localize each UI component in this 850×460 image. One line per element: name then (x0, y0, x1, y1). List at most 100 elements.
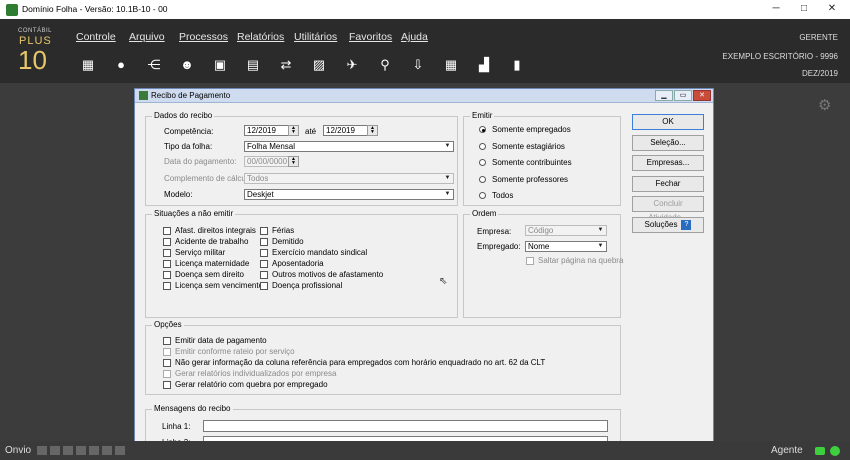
dialog-minimize-button[interactable]: ▁ (655, 90, 673, 101)
radio-label: Somente professores (492, 175, 569, 184)
taskbar-square-icon[interactable] (102, 446, 112, 455)
checkbox-acidente-trabalho[interactable] (163, 238, 171, 246)
taskbar-square-icon[interactable] (37, 446, 47, 455)
radio-somente-contribuintes[interactable] (479, 159, 486, 166)
checkbox-emitir-data-pagamento[interactable] (163, 337, 171, 345)
radio-somente-estagiarios[interactable] (479, 143, 486, 150)
competencia-ate-spinner[interactable]: ▲ ▼ (367, 125, 378, 136)
complemento-select[interactable]: Todos ▼ (244, 173, 454, 184)
dialog-restore-button[interactable]: ▭ (674, 90, 692, 101)
data-pagamento-spinner[interactable]: ▲ ▼ (288, 156, 299, 167)
complemento-value: Todos (247, 174, 269, 183)
agent-connection-icon (815, 447, 825, 455)
checkbox-quebra-empregado[interactable] (163, 381, 171, 389)
checkbox-afast-direitos[interactable] (163, 227, 171, 235)
checkbox-licenca-sem-vencimento[interactable] (163, 282, 171, 290)
checkbox-nao-gerar-referencia[interactable] (163, 359, 171, 367)
modelo-value: Deskjet (247, 190, 274, 199)
tipo-folha-label: Tipo da folha: (164, 142, 213, 151)
chevron-down-icon: ▼ (444, 175, 451, 181)
download-icon[interactable]: ⇩ (407, 54, 429, 76)
ok-button[interactable]: OK (632, 114, 704, 130)
checkbox-servico-militar[interactable] (163, 249, 171, 257)
window-title: Domínio Folha - Versão: 10.1B-10 - 00 (22, 4, 168, 14)
solucoes-label: Soluções (644, 220, 678, 229)
close-button[interactable]: ✕ (822, 2, 842, 16)
data-pagamento-field[interactable]: 00/00/0000 (244, 156, 289, 167)
linha1-input[interactable] (203, 420, 608, 432)
taskbar-square-icon[interactable] (89, 446, 99, 455)
taskbar-square-icon[interactable] (63, 446, 73, 455)
checkbox-outros-motivos[interactable] (260, 271, 268, 279)
office-name: EXEMPLO ESCRITÓRIO - 9996 (722, 52, 838, 61)
gear-icon[interactable]: ⚙ (818, 96, 831, 114)
building-icon[interactable]: ▦ (77, 54, 99, 76)
modelo-select[interactable]: Deskjet ▼ (244, 189, 454, 200)
empresas-button[interactable]: Empresas... (632, 155, 704, 171)
selecao-button[interactable]: Seleção... (632, 135, 704, 151)
documents-icon[interactable]: ▣ (209, 54, 231, 76)
concluir-atividade-button[interactable]: Concluir Atividade... (632, 196, 704, 222)
cancel-doc-icon[interactable]: ▨ (308, 54, 330, 76)
checkbox-ferias[interactable] (260, 227, 268, 235)
checkbox-mandato-sindical[interactable] (260, 249, 268, 257)
mouse-cursor-icon: ⇖ (439, 276, 448, 287)
dialog-close-button[interactable]: ✕ (693, 90, 711, 101)
ordem-empregado-select[interactable]: Nome ▼ (525, 241, 607, 252)
org-chart-icon[interactable]: ⋲ (143, 54, 165, 76)
checkbox-rateio-servico[interactable] (163, 348, 171, 356)
menu-ajuda[interactable]: Ajuda (401, 31, 428, 43)
person-icon[interactable]: ● (110, 54, 132, 76)
checkbox-label: Demitido (272, 237, 304, 246)
swap-icon[interactable]: ⇄ (275, 54, 297, 76)
checkbox-doenca-profissional[interactable] (260, 282, 268, 290)
period-label: DEZ/2019 (801, 69, 838, 78)
taskbar-square-icon[interactable] (115, 446, 125, 455)
radio-somente-professores[interactable] (479, 176, 486, 183)
checkbox-aposentadoria[interactable] (260, 260, 268, 268)
maximize-button[interactable]: □ (794, 2, 814, 16)
checkbox-label: Licença sem vencimento (175, 281, 264, 290)
radio-somente-empregados[interactable] (479, 126, 486, 133)
solucoes-button[interactable]: Soluções? (632, 217, 704, 233)
search-icon[interactable]: ⚲ (374, 54, 396, 76)
menu-favoritos[interactable]: Favoritos (349, 31, 392, 43)
calculator-icon[interactable]: ▦ (440, 54, 462, 76)
logo-number: 10 (18, 45, 47, 75)
competencia-de-spinner[interactable]: ▲ ▼ (288, 125, 299, 136)
ordem-empresa-select[interactable]: Código ▼ (525, 225, 607, 236)
menu-arquivo[interactable]: Arquivo (129, 31, 165, 43)
person-search-icon[interactable]: ☻ (176, 54, 198, 76)
competencia-de-field[interactable]: 12/2019 (244, 125, 289, 136)
checkbox-licenca-maternidade[interactable] (163, 260, 171, 268)
table-calc-icon[interactable]: ▤ (242, 54, 264, 76)
checkbox-doenca-sem-direito[interactable] (163, 271, 171, 279)
menu-processos[interactable]: Processos (179, 31, 228, 43)
tipo-folha-value: Folha Mensal (247, 142, 296, 151)
tipo-folha-select[interactable]: Folha Mensal ▼ (244, 141, 454, 152)
minimize-button[interactable]: ─ (766, 2, 786, 16)
competencia-ate-field[interactable]: 12/2019 (323, 125, 368, 136)
checkbox-demitido[interactable] (260, 238, 268, 246)
menu-controle[interactable]: Controle (76, 31, 116, 43)
dialog-app-icon (139, 91, 148, 100)
app-header: CONTÁBIL PLUS 10 Controle Arquivo Proces… (0, 19, 850, 83)
checkbox-saltar-pagina[interactable] (526, 257, 534, 265)
group-title: Opções (152, 320, 184, 329)
menu-relatorios[interactable]: Relatórios (237, 31, 284, 43)
menu-utilitarios[interactable]: Utilitários (294, 31, 337, 43)
dados-recibo-group: Dados do recibo Competência: 12/2019 ▲ ▼ … (145, 111, 458, 206)
data-pagamento-label: Data do pagamento: (164, 157, 237, 166)
chart-person-icon[interactable]: ▟ (473, 54, 495, 76)
book-icon[interactable]: ▮ (506, 54, 528, 76)
taskbar-square-icon[interactable] (76, 446, 86, 455)
group-title: Mensagens do recibo (152, 404, 233, 413)
taskbar-square-icon[interactable] (50, 446, 60, 455)
user-name: GERENTE (799, 33, 838, 42)
airplane-icon[interactable]: ✈ (341, 54, 363, 76)
status-bar: Onvio Agente (0, 441, 850, 460)
chevron-down-icon: ▼ (444, 143, 451, 149)
radio-todos[interactable] (479, 192, 486, 199)
checkbox-relatorios-individualizados[interactable] (163, 370, 171, 378)
fechar-button[interactable]: Fechar (632, 176, 704, 192)
